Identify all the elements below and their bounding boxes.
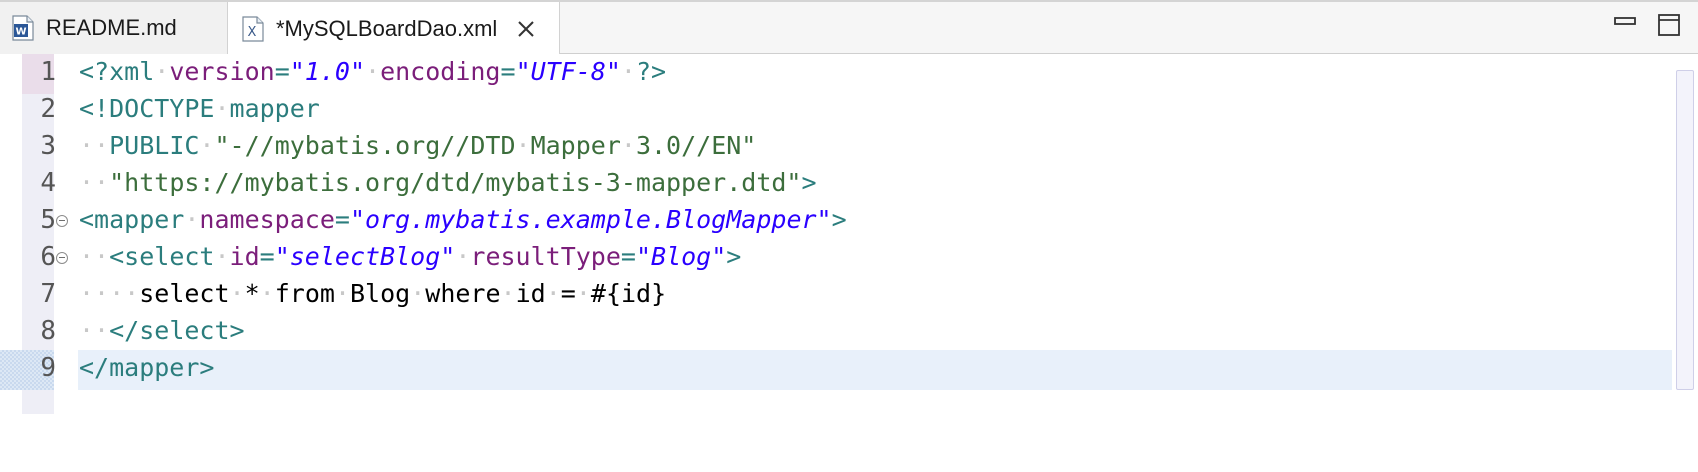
code-token: "selectBlog" [274,242,456,271]
whitespace-marker: ·· [79,168,110,197]
whitespace-marker: · [334,279,350,308]
whitespace-marker: ·· [79,316,110,345]
code-token: <?xml [79,57,155,86]
whitespace-marker: · [154,57,170,86]
whitespace-marker: · [515,131,531,160]
code-token: Blog [350,279,411,308]
whitespace-marker: · [184,205,200,234]
code-token: > [726,242,742,271]
line-number: 2 [40,94,56,124]
whitespace-marker: · [500,279,516,308]
code-line[interactable]: ··PUBLIC·"-//mybatis.org//DTD·Mapper·3.0… [79,126,756,166]
code-token: = [259,242,275,271]
svg-text:X: X [248,25,257,40]
whitespace-marker: · [229,279,245,308]
line-number: 3 [40,131,56,161]
whitespace-marker: · [545,279,561,308]
code-token: #{id} [590,279,667,308]
current-line-highlight [78,350,1672,390]
code-line[interactable]: ··"https://mybatis.org/dtd/mybatis-3-map… [79,163,817,203]
code-token: = [274,57,290,86]
code-token: 3.0//EN" [635,131,757,160]
code-token: = [560,279,576,308]
whitespace-marker: · [575,279,591,308]
whitespace-marker: ···· [79,279,140,308]
code-token: </select> [109,316,245,345]
tab-readme[interactable]: W README.md [0,2,228,54]
fold-toggle-icon[interactable] [56,215,68,227]
fold-toggle-icon[interactable] [56,252,68,264]
code-token: id [229,242,260,271]
whitespace-marker: · [455,242,471,271]
code-token: Mapper [530,131,621,160]
code-token: <!DOCTYPE [79,94,215,123]
xml-file-icon: X [242,15,264,42]
code-token: id [515,279,546,308]
code-line[interactable]: <?xml·version="1.0"·encoding="UTF-8"·?> [79,52,666,92]
whitespace-marker: · [620,57,636,86]
code-token: "UTF-8" [515,57,621,86]
whitespace-marker: ·· [79,242,110,271]
code-token: resultType [470,242,621,271]
code-token: PUBLIC [109,131,200,160]
code-token: "1.0" [289,57,366,86]
code-token: "org.mybatis.example.BlogMapper" [349,205,832,234]
code-line[interactable]: ····select·*·from·Blog·where·id·=·#{id} [79,274,666,314]
code-token: "Blog" [635,242,727,271]
tab-mysqlboarddao-xml[interactable]: X *MySQLBoardDao.xml [228,2,560,55]
code-token: where [425,279,501,308]
code-token: mapper [229,94,320,123]
code-token: namespace [199,205,335,234]
code-line[interactable]: <mapper·namespace="org.mybatis.example.B… [79,200,847,240]
whitespace-marker: · [410,279,426,308]
minimize-icon[interactable] [1612,12,1638,38]
tab-label: *MySQLBoardDao.xml [276,15,498,41]
code-token: = [334,205,350,234]
code-token: = [620,242,636,271]
code-token: </mapper> [79,353,215,382]
xml-editor[interactable]: 1 <?xml·version="1.0"·encoding="UTF-8"·?>… [0,54,1698,472]
code-token: <mapper [79,205,185,234]
line-number: 7 [40,279,56,309]
whitespace-marker: · [365,57,381,86]
code-token: <select [109,242,215,271]
code-token: encoding [380,57,501,86]
code-token: select [139,279,230,308]
whitespace-marker: ·· [79,131,110,160]
code-line[interactable]: <!DOCTYPE·mapper [79,89,320,129]
tab-label: README.md [46,15,177,40]
code-token: "https://mybatis.org/dtd/mybatis-3-mappe… [109,168,802,197]
whitespace-marker: · [214,94,230,123]
whitespace-marker: · [214,242,230,271]
line-number: 1 [40,57,56,87]
code-token: > [801,168,817,197]
code-line[interactable]: </mapper> [79,348,214,388]
code-token: = [500,57,516,86]
whitespace-marker: · [199,131,215,160]
code-token: > [831,205,847,234]
line-number: 8 [40,316,56,346]
code-token: * [244,279,260,308]
line-number: 9 [40,353,56,383]
overview-ruler[interactable] [1676,70,1694,390]
code-token: ?> [635,57,667,86]
whitespace-marker: · [620,131,636,160]
maximize-icon[interactable] [1656,12,1682,38]
code-token: "-//mybatis.org//DTD [214,131,516,160]
line-number: 5 [40,205,56,235]
whitespace-marker: · [259,279,275,308]
line-number: 4 [40,168,56,198]
close-icon[interactable] [515,18,537,40]
code-token: from [274,279,335,308]
code-token: version [169,57,275,86]
svg-text:W: W [15,27,26,38]
code-line[interactable]: ··</select> [79,311,245,351]
word-doc-icon: W [12,15,34,41]
editor-tab-bar: W README.md X *MySQLBoardDao.xml [0,0,1698,55]
code-line[interactable]: ··<select·id="selectBlog"·resultType="Bl… [79,237,741,277]
line-number: 6 [40,242,56,272]
